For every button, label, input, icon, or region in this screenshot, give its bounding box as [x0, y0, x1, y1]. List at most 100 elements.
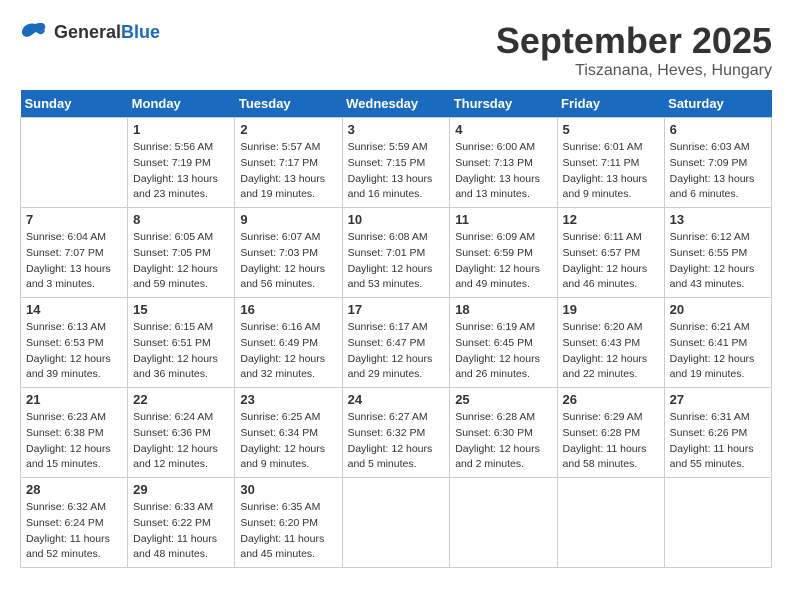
day-number: 11	[455, 212, 551, 227]
table-row: 6Sunrise: 6:03 AM Sunset: 7:09 PM Daylig…	[664, 118, 771, 208]
day-number: 17	[348, 302, 445, 317]
logo-bird-icon	[20, 20, 50, 44]
table-row	[557, 478, 664, 568]
day-info: Sunrise: 6:23 AM Sunset: 6:38 PM Dayligh…	[26, 410, 122, 473]
table-row: 28Sunrise: 6:32 AM Sunset: 6:24 PM Dayli…	[21, 478, 128, 568]
day-number: 16	[240, 302, 336, 317]
table-row: 27 Sunrise: 6:31 AM Sunset: 6:26 PM Dayli…	[664, 388, 771, 478]
day-number: 2	[240, 122, 336, 137]
day-info: Sunrise: 6:05 AM Sunset: 7:05 PM Dayligh…	[133, 230, 229, 293]
table-row: 14 Sunrise: 6:13 AM Sunset: 6:53 PM Dayli…	[21, 298, 128, 388]
table-row: 15 Sunrise: 6:15 AM Sunset: 6:51 PM Dayli…	[128, 298, 235, 388]
day-number: 10	[348, 212, 445, 227]
day-info: Sunrise: 6:08 AM Sunset: 7:01 PM Dayligh…	[348, 230, 445, 293]
day-info: Sunrise: 5:59 AM Sunset: 7:15 PM Dayligh…	[348, 140, 445, 203]
calendar-week-row: 28Sunrise: 6:32 AM Sunset: 6:24 PM Dayli…	[21, 478, 772, 568]
day-info: Sunrise: 6:33 AM Sunset: 6:22 PM Dayligh…	[133, 500, 229, 563]
day-info: Sunrise: 6:00 AM Sunset: 7:13 PM Dayligh…	[455, 140, 551, 203]
day-info: Sunrise: 6:04 AM Sunset: 7:07 PM Dayligh…	[26, 230, 122, 293]
day-number: 25	[455, 392, 551, 407]
table-row: 21 Sunrise: 6:23 AM Sunset: 6:38 PM Dayli…	[21, 388, 128, 478]
day-info: Sunrise: 6:25 AM Sunset: 6:34 PM Dayligh…	[240, 410, 336, 473]
day-info: Sunrise: 6:29 AM Sunset: 6:28 PM Dayligh…	[563, 410, 659, 473]
day-info: Sunrise: 6:12 AM Sunset: 6:55 PM Dayligh…	[670, 230, 766, 293]
day-number: 18	[455, 302, 551, 317]
table-row: 24 Sunrise: 6:27 AM Sunset: 6:32 PM Dayli…	[342, 388, 450, 478]
table-row: 17 Sunrise: 6:17 AM Sunset: 6:47 PM Dayli…	[342, 298, 450, 388]
table-row: 11 Sunrise: 6:09 AM Sunset: 6:59 PM Dayli…	[450, 208, 557, 298]
day-info: Sunrise: 6:19 AM Sunset: 6:45 PM Dayligh…	[455, 320, 551, 383]
table-row: 18 Sunrise: 6:19 AM Sunset: 6:45 PM Dayli…	[450, 298, 557, 388]
day-number: 29	[133, 482, 229, 497]
day-number: 13	[670, 212, 766, 227]
day-number: 1	[133, 122, 229, 137]
day-number: 24	[348, 392, 445, 407]
day-number: 3	[348, 122, 445, 137]
table-row: 10 Sunrise: 6:08 AM Sunset: 7:01 PM Dayli…	[342, 208, 450, 298]
day-info: Sunrise: 6:21 AM Sunset: 6:41 PM Dayligh…	[670, 320, 766, 383]
table-row: 20 Sunrise: 6:21 AM Sunset: 6:41 PM Dayli…	[664, 298, 771, 388]
table-row: 13 Sunrise: 6:12 AM Sunset: 6:55 PM Dayli…	[664, 208, 771, 298]
table-row: 25 Sunrise: 6:28 AM Sunset: 6:30 PM Dayli…	[450, 388, 557, 478]
table-row: 26 Sunrise: 6:29 AM Sunset: 6:28 PM Dayli…	[557, 388, 664, 478]
day-number: 12	[563, 212, 659, 227]
day-number: 22	[133, 392, 229, 407]
table-row: 8 Sunrise: 6:05 AM Sunset: 7:05 PM Daylig…	[128, 208, 235, 298]
day-info: Sunrise: 6:13 AM Sunset: 6:53 PM Dayligh…	[26, 320, 122, 383]
day-number: 6	[670, 122, 766, 137]
table-row: 30 Sunrise: 6:35 AM Sunset: 6:20 PM Dayli…	[235, 478, 342, 568]
day-info: Sunrise: 6:11 AM Sunset: 6:57 PM Dayligh…	[563, 230, 659, 293]
table-row: 22 Sunrise: 6:24 AM Sunset: 6:36 PM Dayli…	[128, 388, 235, 478]
day-number: 4	[455, 122, 551, 137]
day-number: 19	[563, 302, 659, 317]
day-info: Sunrise: 6:35 AM Sunset: 6:20 PM Dayligh…	[240, 500, 336, 563]
table-row: 7 Sunrise: 6:04 AM Sunset: 7:07 PM Daylig…	[21, 208, 128, 298]
day-number: 9	[240, 212, 336, 227]
day-number: 28	[26, 482, 122, 497]
col-thursday: Thursday	[450, 90, 557, 118]
page-header: GeneralBlue September 2025 Tiszanana, He…	[20, 20, 772, 80]
col-tuesday: Tuesday	[235, 90, 342, 118]
col-friday: Friday	[557, 90, 664, 118]
table-row: 23Sunrise: 6:25 AM Sunset: 6:34 PM Dayli…	[235, 388, 342, 478]
day-number: 8	[133, 212, 229, 227]
day-number: 26	[563, 392, 659, 407]
day-info: Sunrise: 5:56 AM Sunset: 7:19 PM Dayligh…	[133, 140, 229, 203]
day-info: Sunrise: 6:15 AM Sunset: 6:51 PM Dayligh…	[133, 320, 229, 383]
table-row	[664, 478, 771, 568]
day-info: Sunrise: 6:16 AM Sunset: 6:49 PM Dayligh…	[240, 320, 336, 383]
calendar-week-row: 21 Sunrise: 6:23 AM Sunset: 6:38 PM Dayli…	[21, 388, 772, 478]
day-info: Sunrise: 6:07 AM Sunset: 7:03 PM Dayligh…	[240, 230, 336, 293]
table-row: 3 Sunrise: 5:59 AM Sunset: 7:15 PM Daylig…	[342, 118, 450, 208]
day-info: Sunrise: 6:17 AM Sunset: 6:47 PM Dayligh…	[348, 320, 445, 383]
calendar-table: Sunday Monday Tuesday Wednesday Thursday…	[20, 90, 772, 568]
table-row: 29 Sunrise: 6:33 AM Sunset: 6:22 PM Dayli…	[128, 478, 235, 568]
month-title: September 2025	[496, 20, 772, 62]
table-row	[21, 118, 128, 208]
day-info: Sunrise: 6:27 AM Sunset: 6:32 PM Dayligh…	[348, 410, 445, 473]
day-number: 7	[26, 212, 122, 227]
calendar-header-row: Sunday Monday Tuesday Wednesday Thursday…	[21, 90, 772, 118]
day-info: Sunrise: 6:01 AM Sunset: 7:11 PM Dayligh…	[563, 140, 659, 203]
day-number: 20	[670, 302, 766, 317]
table-row: 4 Sunrise: 6:00 AM Sunset: 7:13 PM Daylig…	[450, 118, 557, 208]
col-saturday: Saturday	[664, 90, 771, 118]
table-row: 12 Sunrise: 6:11 AM Sunset: 6:57 PM Dayli…	[557, 208, 664, 298]
day-number: 27	[670, 392, 766, 407]
calendar-week-row: 14 Sunrise: 6:13 AM Sunset: 6:53 PM Dayli…	[21, 298, 772, 388]
logo-general: General	[54, 22, 121, 42]
day-number: 14	[26, 302, 122, 317]
day-info: Sunrise: 6:09 AM Sunset: 6:59 PM Dayligh…	[455, 230, 551, 293]
location-title: Tiszanana, Heves, Hungary	[496, 62, 772, 80]
day-info: Sunrise: 6:20 AM Sunset: 6:43 PM Dayligh…	[563, 320, 659, 383]
col-wednesday: Wednesday	[342, 90, 450, 118]
day-info: Sunrise: 6:24 AM Sunset: 6:36 PM Dayligh…	[133, 410, 229, 473]
table-row: 1 Sunrise: 5:56 AM Sunset: 7:19 PM Daylig…	[128, 118, 235, 208]
day-info: Sunrise: 6:31 AM Sunset: 6:26 PM Dayligh…	[670, 410, 766, 473]
col-monday: Monday	[128, 90, 235, 118]
calendar-week-row: 7 Sunrise: 6:04 AM Sunset: 7:07 PM Daylig…	[21, 208, 772, 298]
day-number: 15	[133, 302, 229, 317]
day-info: Sunrise: 6:28 AM Sunset: 6:30 PM Dayligh…	[455, 410, 551, 473]
day-number: 30	[240, 482, 336, 497]
day-number: 21	[26, 392, 122, 407]
